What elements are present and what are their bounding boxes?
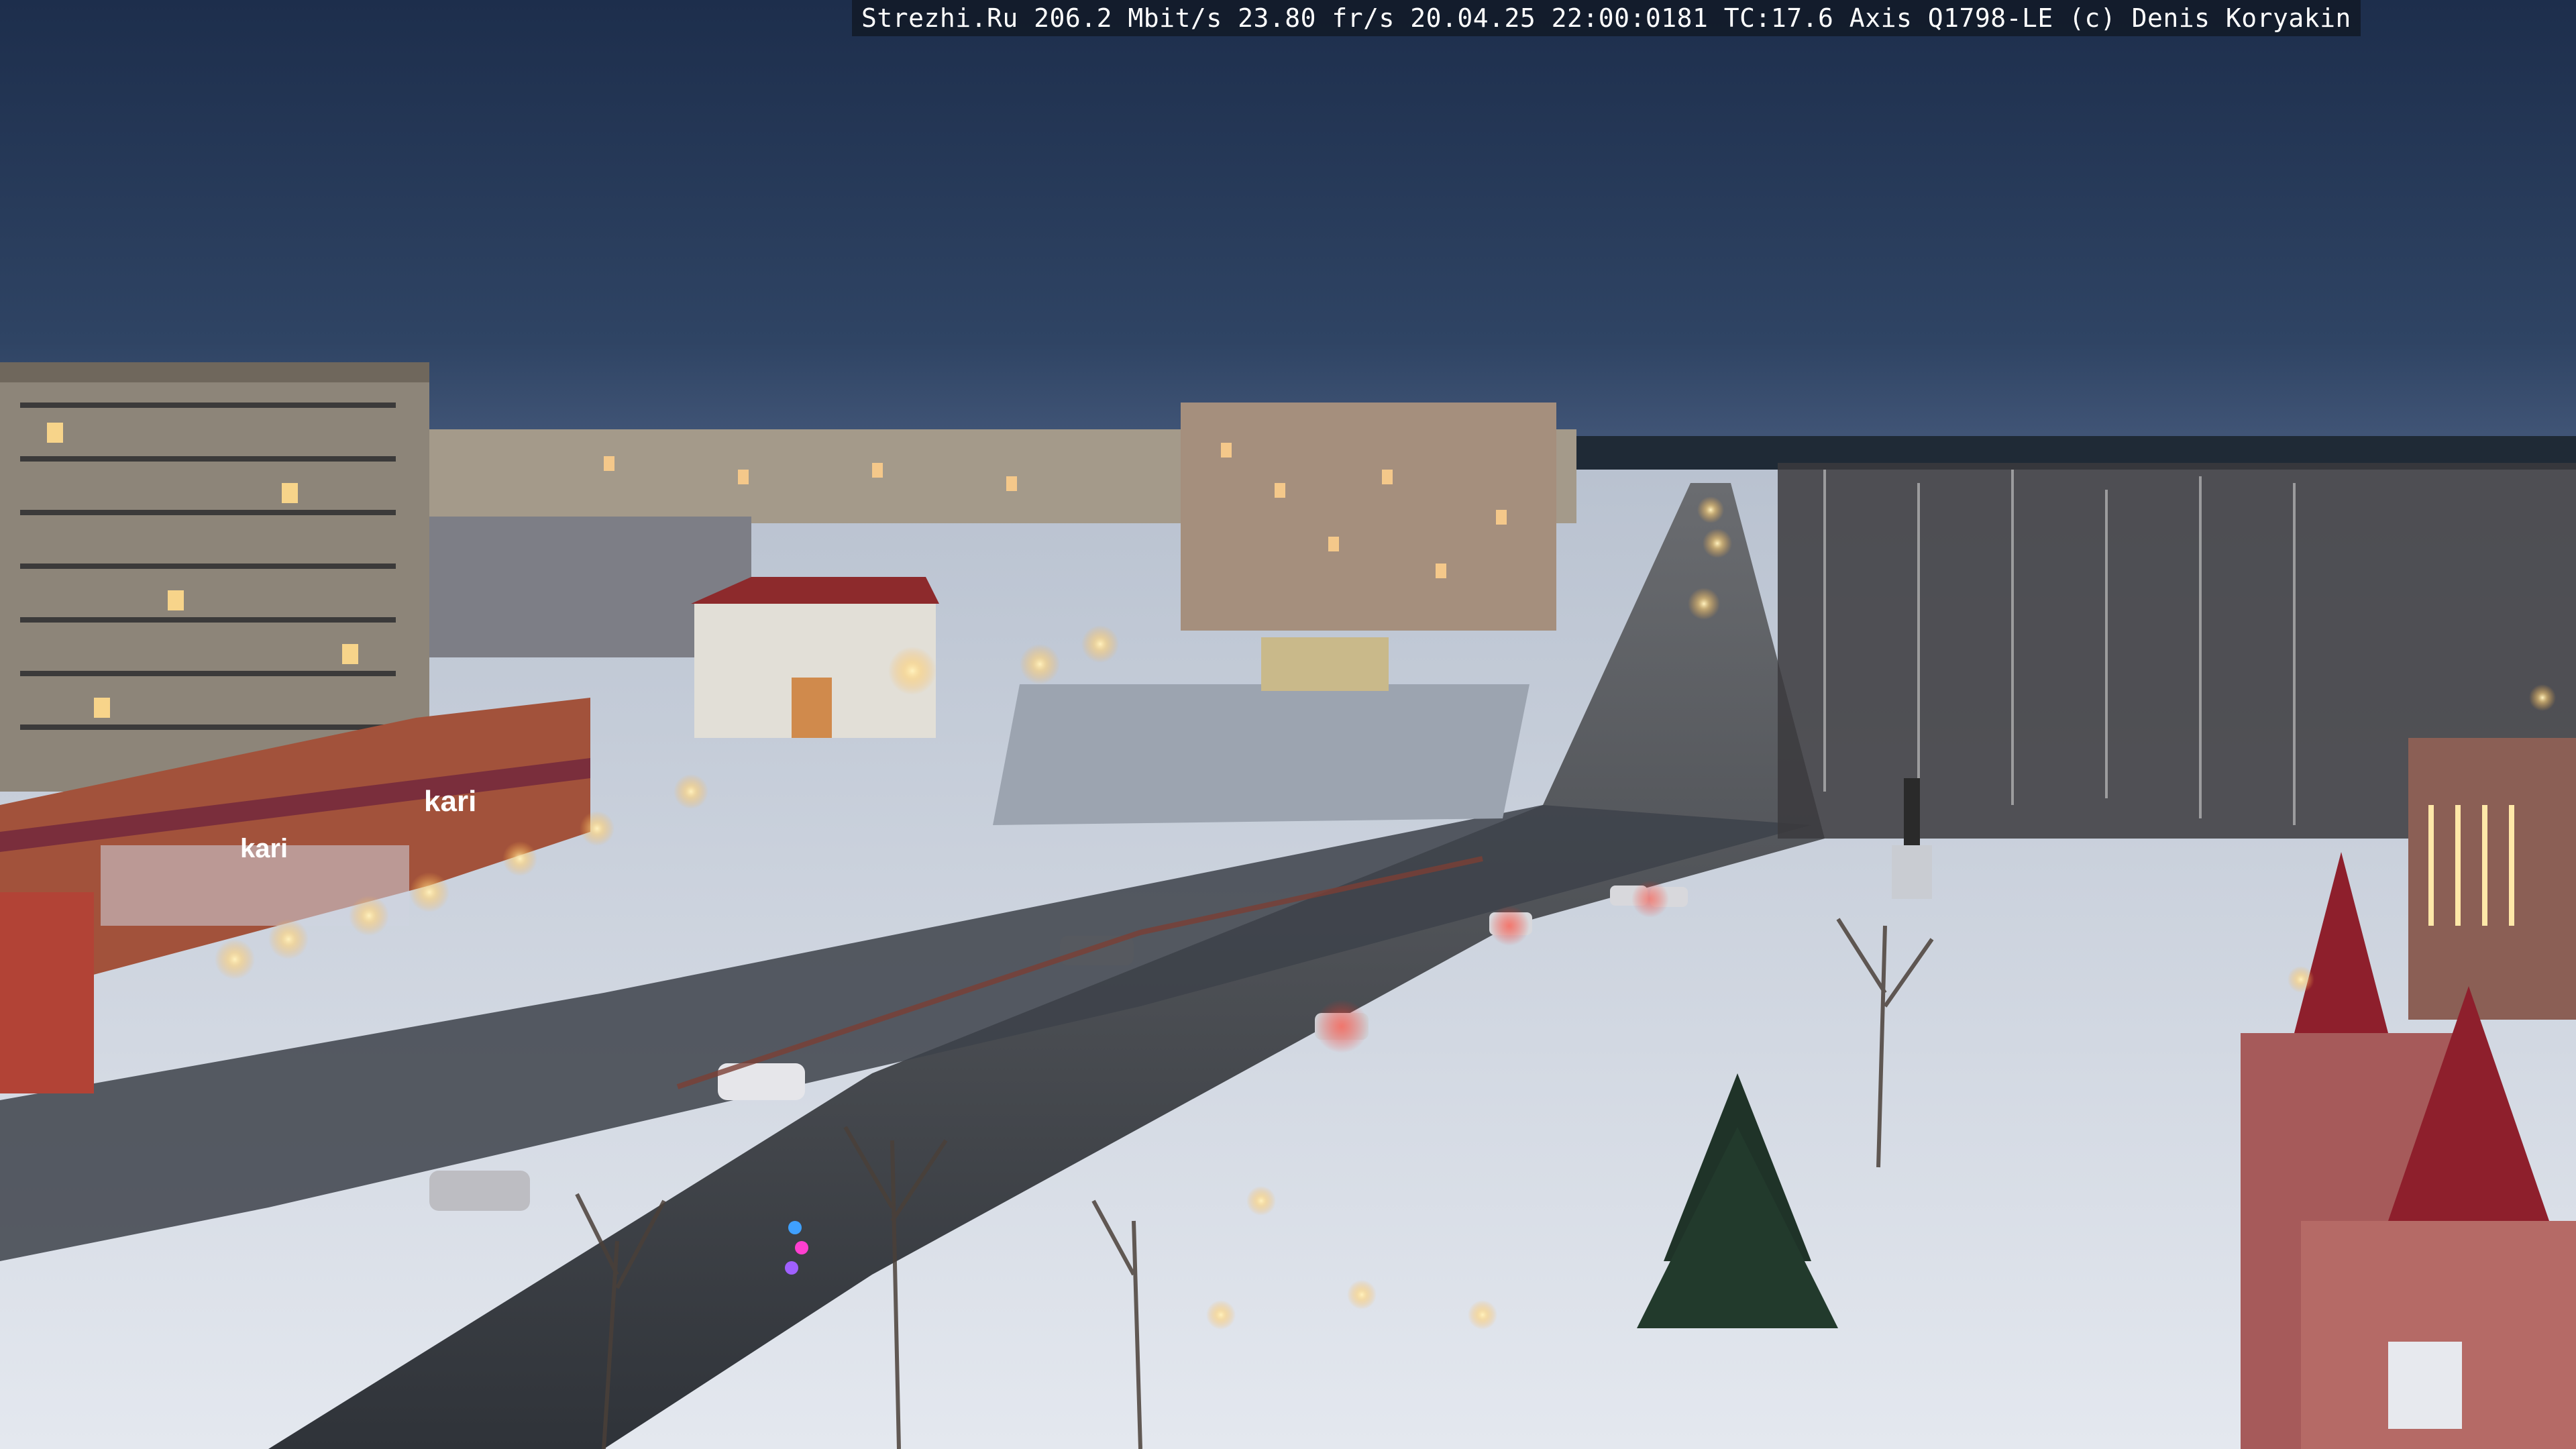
apartment-block-left (0, 362, 429, 792)
kiosk (1261, 637, 1389, 691)
camera-overlay-text: Strezhi.Ru 206.2 Mbit/s 23.80 fr/s 20.04… (852, 0, 2361, 36)
kari-store-sign: kari (424, 785, 477, 818)
kari-store-sign-secondary: kari (240, 834, 288, 863)
city-evening-scene (0, 0, 2576, 1449)
webcam-frame: Strezhi.Ru 206.2 Mbit/s 23.80 fr/s 20.04… (0, 0, 2576, 1449)
central-square (993, 684, 1529, 825)
